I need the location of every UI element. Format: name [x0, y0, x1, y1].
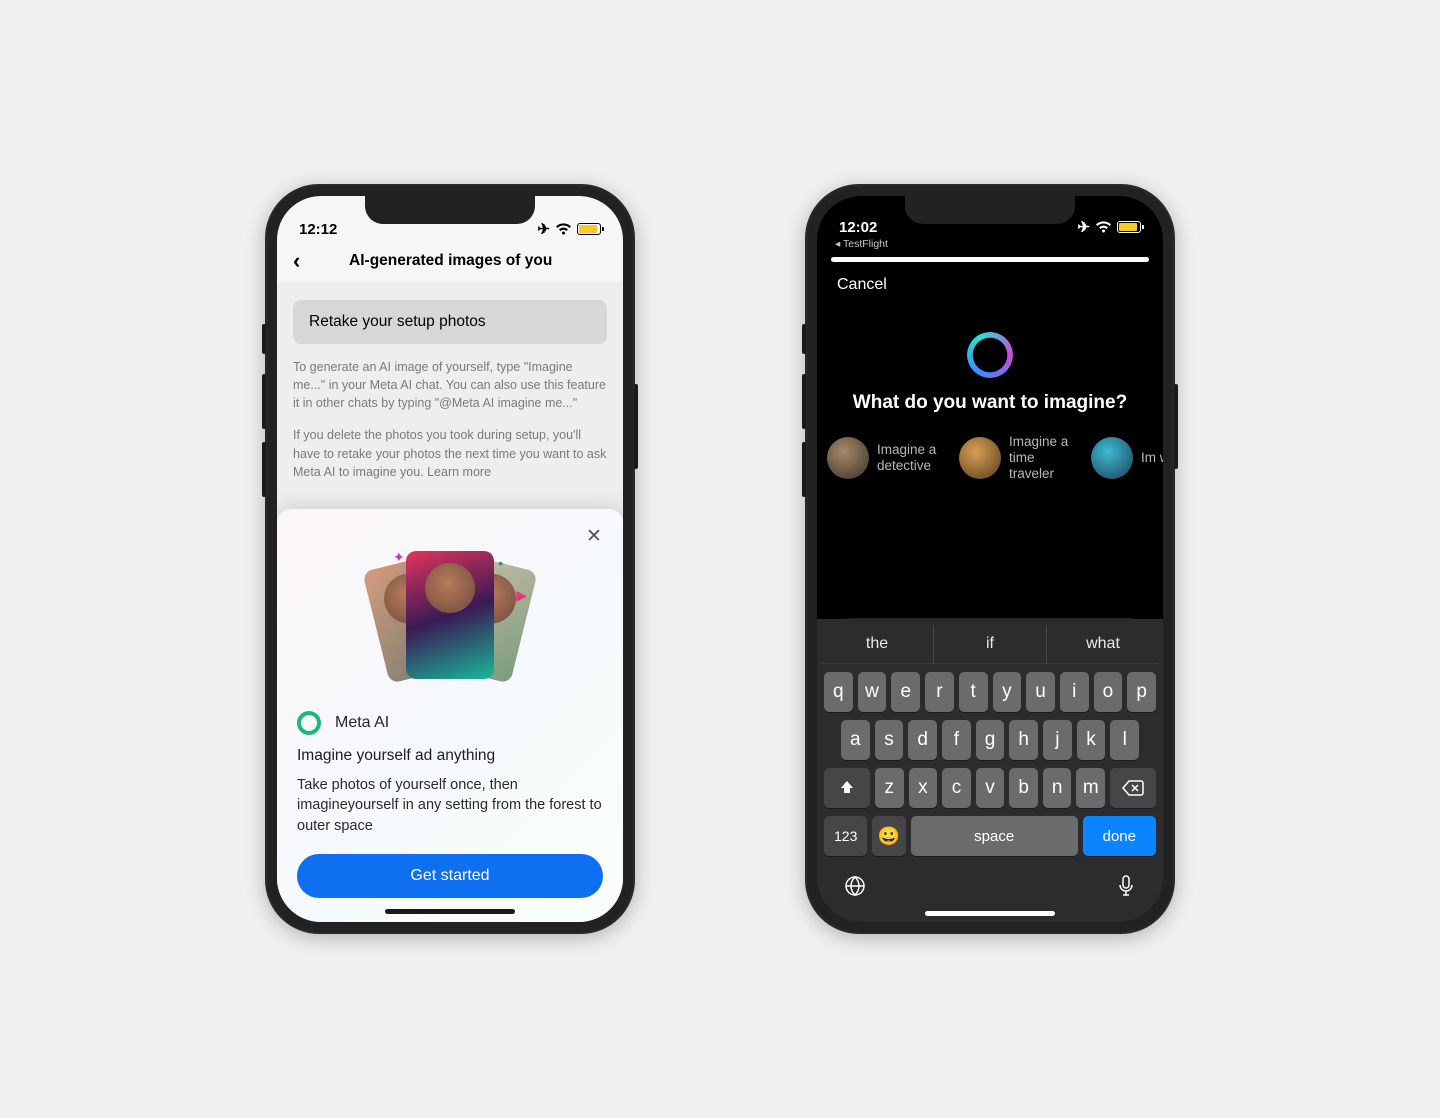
prompt-thumb-icon: [959, 437, 1001, 479]
suggestion-key[interactable]: if: [934, 625, 1047, 663]
ai-orb-icon: [967, 332, 1013, 378]
numbers-key[interactable]: 123: [824, 816, 867, 856]
status-icons: ✈: [537, 220, 601, 238]
letter-key[interactable]: h: [1009, 720, 1038, 760]
cancel-button[interactable]: Cancel: [837, 276, 887, 293]
back-button[interactable]: ‹: [293, 248, 300, 274]
letter-key[interactable]: g: [976, 720, 1005, 760]
letter-key[interactable]: a: [841, 720, 870, 760]
prompt-suggestions: Imagine a detective Imagine a time trave…: [817, 434, 1163, 483]
letter-key[interactable]: t: [959, 672, 988, 712]
status-time: 12:12: [299, 221, 337, 238]
sheet-illustration: ✦ ▶ •: [297, 547, 603, 687]
letter-key[interactable]: w: [858, 672, 887, 712]
keyboard: the if what qwertyuiop asdfghjkl zxcvbnm: [817, 619, 1163, 922]
letter-key[interactable]: k: [1077, 720, 1106, 760]
brand-label: Meta AI: [335, 714, 389, 732]
letter-key[interactable]: e: [891, 672, 920, 712]
page-title: AI-generated images of you: [314, 252, 587, 270]
letter-key[interactable]: p: [1127, 672, 1156, 712]
letter-key[interactable]: v: [976, 768, 1005, 808]
letter-key[interactable]: u: [1026, 672, 1055, 712]
shift-key[interactable]: [824, 768, 870, 808]
letter-key[interactable]: s: [875, 720, 904, 760]
letter-key[interactable]: r: [925, 672, 954, 712]
letter-key[interactable]: m: [1076, 768, 1105, 808]
help-text-1: To generate an AI image of yourself, typ…: [293, 358, 607, 412]
sheet-description: Take photos of yourself once, then imagi…: [297, 775, 603, 836]
backspace-key[interactable]: [1110, 768, 1156, 808]
battery-icon: [1117, 221, 1141, 233]
letter-key[interactable]: f: [942, 720, 971, 760]
emoji-key[interactable]: 😀: [872, 816, 905, 856]
letter-key[interactable]: n: [1043, 768, 1072, 808]
prompt-item[interactable]: Im wa: [1091, 434, 1163, 483]
wifi-icon: [555, 223, 572, 236]
sheet-headline: Imagine yourself ad anything: [297, 747, 603, 765]
onboarding-sheet: ✕ ✦ ▶ • Meta AI Imagine yourself ad anyt…: [277, 509, 623, 922]
letter-key[interactable]: x: [909, 768, 938, 808]
close-button[interactable]: ✕: [581, 523, 607, 549]
suggestion-key[interactable]: the: [821, 625, 934, 663]
status-time: 12:02: [839, 219, 877, 236]
letter-key[interactable]: i: [1060, 672, 1089, 712]
airplane-icon: ✈: [537, 220, 550, 238]
prompt-thumb-icon: [827, 437, 869, 479]
phone-mockup-dark: 12:02 ✈ ◂ TestFlight Cancel What do you …: [805, 184, 1175, 934]
home-indicator[interactable]: [385, 909, 515, 914]
breadcrumb-back[interactable]: ◂ TestFlight: [817, 236, 1163, 254]
get-started-button[interactable]: Get started: [297, 854, 603, 898]
keyboard-suggestions: the if what: [821, 625, 1159, 664]
space-key[interactable]: space: [911, 816, 1078, 856]
suggestion-key[interactable]: what: [1047, 625, 1159, 663]
prompt-thumb-icon: [1091, 437, 1133, 479]
help-text-2: If you delete the photos you took during…: [293, 426, 607, 480]
home-indicator[interactable]: [925, 911, 1055, 916]
meta-ai-icon: [297, 711, 321, 735]
airplane-icon: ✈: [1077, 218, 1090, 236]
imagine-heading: What do you want to imagine?: [817, 392, 1163, 414]
letter-key[interactable]: o: [1094, 672, 1123, 712]
battery-icon: [577, 223, 601, 235]
mic-key[interactable]: [1115, 874, 1137, 904]
letter-key[interactable]: j: [1043, 720, 1072, 760]
status-icons: ✈: [1077, 218, 1141, 236]
phone-mockup-light: 12:12 ✈ ‹ AI-generated images of you Ret…: [265, 184, 635, 934]
letter-key[interactable]: d: [908, 720, 937, 760]
letter-key[interactable]: l: [1110, 720, 1139, 760]
prompt-item[interactable]: Imagine a detective: [827, 434, 951, 483]
nav-header: ‹ AI-generated images of you: [277, 240, 623, 282]
letter-key[interactable]: c: [942, 768, 971, 808]
letter-key[interactable]: y: [993, 672, 1022, 712]
letter-key[interactable]: b: [1009, 768, 1038, 808]
letter-key[interactable]: z: [875, 768, 904, 808]
letter-key[interactable]: q: [824, 672, 853, 712]
prompt-item[interactable]: Imagine a time traveler: [959, 434, 1083, 483]
wifi-icon: [1095, 221, 1112, 234]
globe-key[interactable]: [843, 874, 867, 904]
done-key[interactable]: done: [1083, 816, 1156, 856]
retake-button[interactable]: Retake your setup photos: [293, 300, 607, 344]
